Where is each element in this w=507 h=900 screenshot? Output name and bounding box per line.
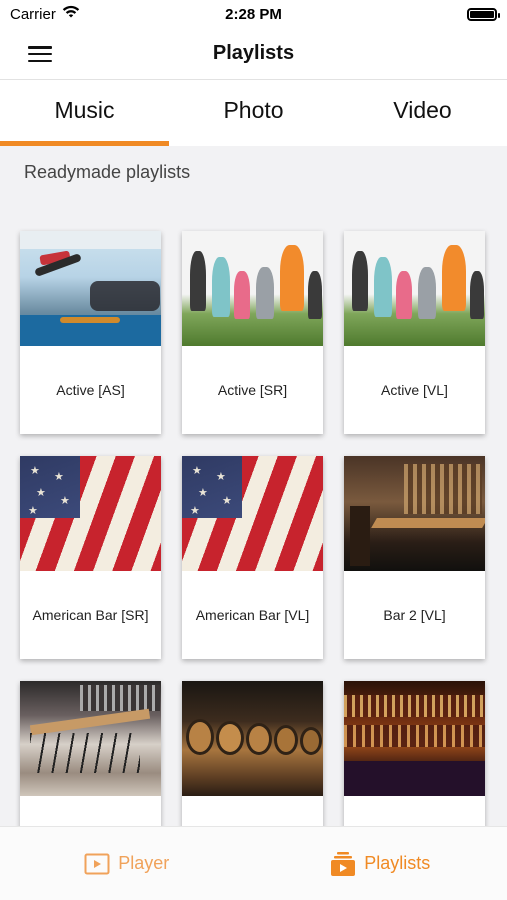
- playlist-thumbnail: [344, 231, 485, 346]
- playlist-thumbnail: ★ ★ ★ ★ ★: [182, 456, 323, 571]
- playlist-card[interactable]: Active [VL]: [344, 231, 485, 434]
- tab-music-label: Music: [54, 96, 115, 123]
- playlists-tab[interactable]: Playlists: [254, 827, 507, 900]
- playlist-grid: Active [AS] Active [SR] Active [VL] ★ ★ …: [20, 231, 486, 826]
- playlist-label: [344, 796, 485, 826]
- battery-icon: [467, 7, 500, 21]
- player-tab[interactable]: Player: [0, 827, 254, 900]
- playlist-card[interactable]: ★ ★ ★ ★ ★ American Bar [VL]: [182, 456, 323, 659]
- playlist-label: Bar 2 [VL]: [383, 607, 446, 623]
- playlist-card[interactable]: Active [SR]: [182, 231, 323, 434]
- playlist-thumbnail: [344, 681, 485, 796]
- page-title: Playlists: [212, 42, 295, 64]
- playlist-label: Active [SR]: [217, 382, 288, 398]
- wifi-icon: [62, 5, 80, 23]
- player-tab-label: Player: [118, 853, 170, 873]
- playlist-content[interactable]: Readymade playlists Active [AS] Active […: [0, 146, 507, 826]
- playlist-thumbnail: [20, 231, 161, 346]
- playlist-label: [20, 796, 161, 826]
- playlist-thumbnail: [344, 456, 485, 571]
- playlist-thumbnail: [182, 681, 323, 796]
- playlist-label: American Bar [VL]: [195, 607, 310, 623]
- playlist-label: [182, 796, 323, 826]
- playlist-label: American Bar [SR]: [32, 607, 149, 623]
- media-tabs: Music Photo Video: [0, 80, 507, 146]
- hamburger-menu-icon[interactable]: [28, 44, 52, 64]
- play-icon: [84, 851, 110, 877]
- status-bar: Carrier 2:28 PM: [0, 0, 507, 28]
- playlist-thumbnail: [182, 231, 323, 346]
- playlist-thumbnail: ★ ★ ★ ★ ★: [20, 456, 161, 571]
- playlist-card[interactable]: [344, 681, 485, 826]
- playlists-icon: [330, 851, 356, 877]
- playlists-tab-label: Playlists: [364, 853, 431, 873]
- tab-video[interactable]: Video: [338, 80, 507, 146]
- tab-photo[interactable]: Photo: [169, 80, 338, 146]
- playlist-card[interactable]: ★ ★ ★ ★ ★ American Bar [SR]: [20, 456, 161, 659]
- carrier-label: Carrier: [10, 5, 56, 23]
- nav-bar: Playlists: [0, 28, 507, 80]
- tab-music[interactable]: Music: [0, 80, 169, 146]
- carrier-group: Carrier: [10, 5, 80, 23]
- tab-video-label: Video: [393, 96, 452, 123]
- bottom-tab-bar: Player Playlists: [0, 826, 507, 900]
- playlist-card[interactable]: [182, 681, 323, 826]
- tab-photo-label: Photo: [223, 96, 284, 123]
- playlist-card[interactable]: [20, 681, 161, 826]
- playlist-label: Active [VL]: [381, 382, 448, 398]
- playlist-card[interactable]: Active [AS]: [20, 231, 161, 434]
- playlist-card[interactable]: Bar 2 [VL]: [344, 456, 485, 659]
- playlist-thumbnail: [20, 681, 161, 796]
- section-title: Readymade playlists: [24, 162, 191, 182]
- playlist-label: Active [AS]: [56, 382, 125, 398]
